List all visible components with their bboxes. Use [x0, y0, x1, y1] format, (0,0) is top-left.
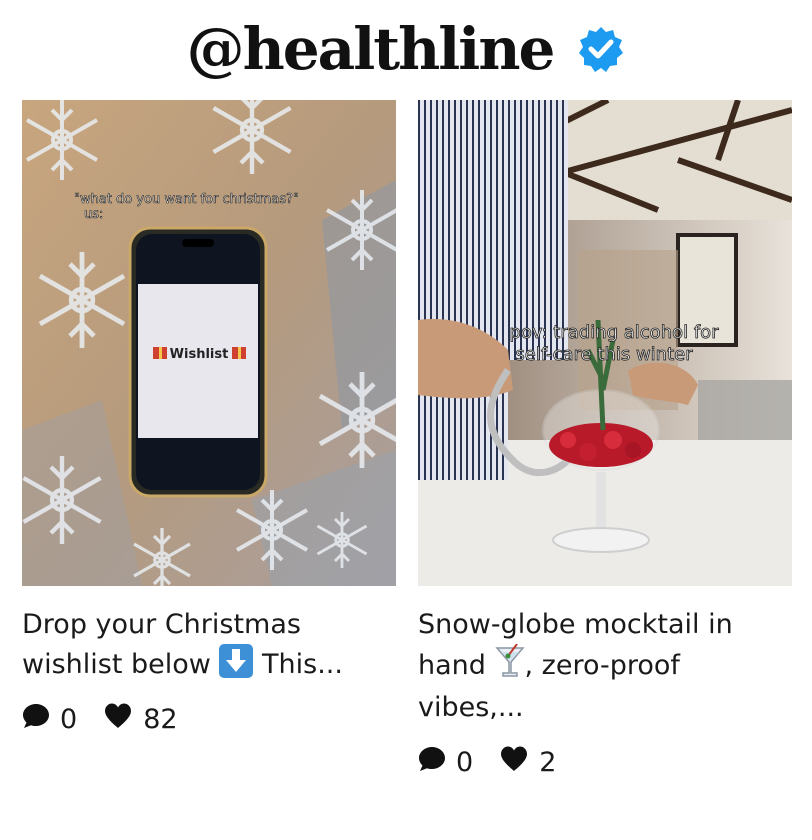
post-stats: 0 82 — [22, 702, 396, 737]
down-arrow-emoji-icon — [219, 644, 254, 678]
heart-icon[interactable] — [499, 745, 529, 780]
post-thumbnail-wishlist[interactable]: Wishlist "what do you want for christmas… — [22, 100, 396, 586]
caption-line-1: Snow-globe mocktail in — [418, 609, 733, 640]
overlay-text-line-2: self-care this winter — [515, 344, 693, 365]
post-card-wishlist[interactable]: Wishlist "what do you want for christmas… — [22, 100, 396, 737]
caption-line-2-end: This... — [253, 649, 343, 680]
post-thumbnail-mocktail[interactable]: pov: trading alcohol for self-care this … — [418, 100, 792, 586]
like-count: 82 — [143, 704, 178, 735]
cocktail-emoji-icon — [494, 643, 525, 689]
profile-handle[interactable]: @healthline — [187, 20, 556, 78]
caption-line-3: vibes,... — [418, 692, 524, 723]
overlay-text-line-1: pov: trading alcohol for — [509, 322, 719, 343]
comment-icon[interactable] — [22, 702, 50, 737]
post-caption[interactable]: Snow-globe mocktail in hand , zero-proof… — [418, 606, 792, 727]
caption-line-2: wishlist below — [22, 649, 211, 680]
overlay-question-text: "what do you want for christmas?" — [74, 192, 299, 207]
caption-line-2: hand — [418, 650, 486, 681]
post-caption[interactable]: Drop your Christmas wishlist below This.… — [22, 606, 396, 684]
wishlist-screen-text: Wishlist — [170, 347, 229, 362]
comment-count: 0 — [456, 747, 474, 778]
post-card-mocktail[interactable]: pov: trading alcohol for self-care this … — [418, 100, 792, 780]
comment-icon[interactable] — [418, 745, 446, 780]
like-count: 2 — [539, 747, 557, 778]
verified-badge-icon — [577, 25, 625, 73]
profile-header: @healthline — [0, 14, 812, 84]
overlay-us-text: us: — [84, 207, 103, 222]
post-stats: 0 2 — [418, 745, 792, 780]
heart-icon[interactable] — [103, 702, 133, 737]
caption-line-1: Drop your Christmas — [22, 609, 301, 640]
caption-line-2-end: , zero-proof — [524, 650, 680, 681]
comment-count: 0 — [60, 704, 78, 735]
